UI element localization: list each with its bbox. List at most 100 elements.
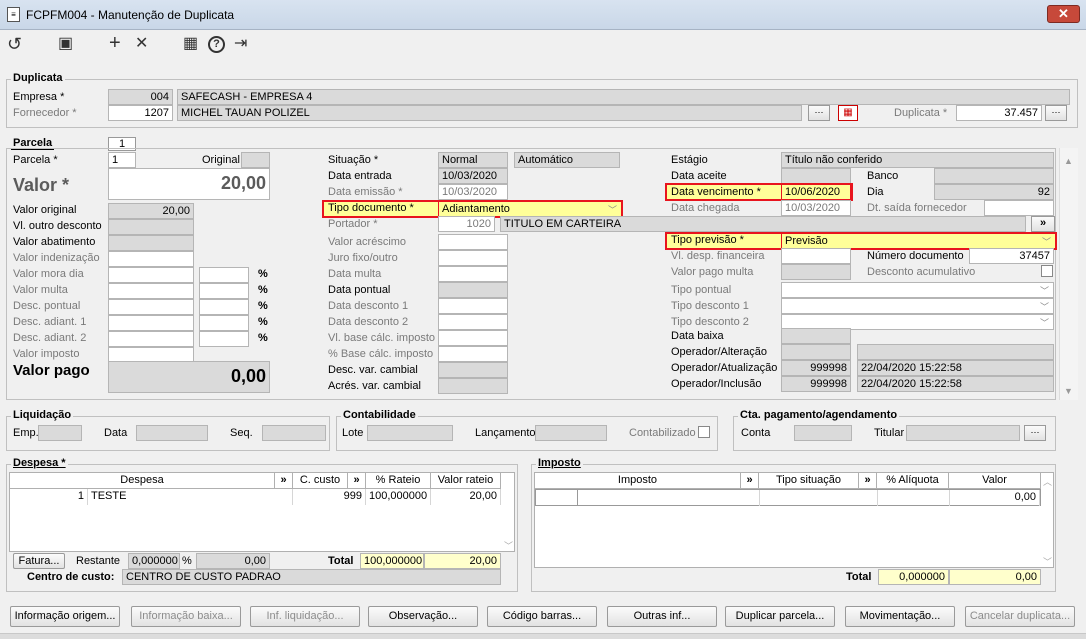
bottom-button-6[interactable]: Duplicar parcela... xyxy=(725,606,835,627)
parcela-row-value[interactable] xyxy=(108,315,194,331)
calendar-icon[interactable]: ▦ xyxy=(183,34,198,54)
c-custo-header[interactable]: C. custo xyxy=(293,473,348,489)
percent-sign: % xyxy=(258,300,268,312)
situacao-extra-field[interactable]: Automático xyxy=(514,152,620,168)
parcela-field[interactable]: 1 xyxy=(108,152,136,168)
bottom-button-2[interactable]: Inf. liquidação... xyxy=(250,606,360,627)
tipo-desconto2-label: Tipo desconto 2 xyxy=(671,316,749,328)
fornecedor-search-button[interactable]: ⋯ xyxy=(808,105,830,121)
numero-documento-field[interactable]: 37457 xyxy=(969,248,1054,264)
valor-field[interactable]: 20,00 xyxy=(108,168,270,200)
empresa-code[interactable]: 004 xyxy=(108,89,173,105)
data-vencimento-field[interactable]: 10/06/2020 xyxy=(781,184,851,200)
fornecedor-code[interactable]: 1207 xyxy=(108,105,173,121)
tipo-documento-select[interactable]: Adiantamento ﹀ xyxy=(438,201,622,217)
seq-label: Seq. xyxy=(230,427,253,439)
titular-search-button[interactable]: ⋯ xyxy=(1024,425,1046,441)
pct-base-field[interactable] xyxy=(438,346,508,362)
data-aceite-label: Data aceite xyxy=(671,170,727,182)
table-row[interactable]: 1 TESTE 999 100,000000 20,00 xyxy=(10,489,501,505)
vl-base-field[interactable] xyxy=(438,330,508,346)
close-button[interactable]: ✕ xyxy=(1047,5,1080,23)
undo-icon[interactable]: ↺ xyxy=(7,34,22,54)
juro-field[interactable] xyxy=(438,250,508,266)
parcela-row-value[interactable] xyxy=(108,251,194,267)
scroll-down-icon[interactable]: ﹀ xyxy=(504,539,513,552)
tipo-desconto1-select[interactable]: ﹀ xyxy=(781,298,1054,314)
duplicata-search-button[interactable]: ⋯ xyxy=(1045,105,1067,121)
table-row[interactable]: 0,00 xyxy=(535,489,1041,506)
parcela-row-value[interactable] xyxy=(108,235,194,251)
chevron-down-icon[interactable]: ﹀ xyxy=(1040,284,1049,297)
imposto-more-button[interactable]: » xyxy=(741,473,759,489)
desconto-acumulativo-checkbox[interactable] xyxy=(1041,265,1053,277)
aliquota-header[interactable]: % Alíquota xyxy=(877,473,949,489)
rateio-header[interactable]: % Rateio xyxy=(366,473,431,489)
c-custo-more-button[interactable]: » xyxy=(348,473,366,489)
despesa-header[interactable]: Despesa xyxy=(10,473,275,489)
data-multa-field[interactable] xyxy=(438,266,508,282)
pct-base-label: % Base cálc. imposto xyxy=(328,348,434,360)
chevron-down-icon[interactable]: ﹀ xyxy=(1040,300,1049,313)
operador-inclusao-date: 22/04/2020 15:22:58 xyxy=(857,376,1054,392)
parcela-row-value[interactable] xyxy=(108,267,194,283)
data-desconto2-field[interactable] xyxy=(438,314,508,330)
parcela-row-value[interactable] xyxy=(108,331,194,347)
add-icon[interactable]: + xyxy=(109,33,121,53)
parcela-scrollbar[interactable]: ▲ ▼ xyxy=(1059,148,1078,400)
imposto-header[interactable]: Imposto xyxy=(535,473,741,489)
exit-icon[interactable]: ⇥ xyxy=(234,34,247,54)
tipo-pontual-select[interactable]: ﹀ xyxy=(781,282,1054,298)
fatura-button[interactable]: Fatura... xyxy=(13,553,65,569)
contabilizado-checkbox[interactable] xyxy=(698,426,710,438)
scroll-up-icon[interactable]: ︿ xyxy=(1043,475,1052,488)
vl-desp-field[interactable] xyxy=(781,248,851,264)
save-icon[interactable]: ▣ xyxy=(58,34,73,54)
help-icon[interactable]: ? xyxy=(208,36,225,53)
data-desconto1-field[interactable] xyxy=(438,298,508,314)
scroll-down-icon[interactable]: ﹀ xyxy=(1043,555,1052,568)
bottom-button-1[interactable]: Informação baixa... xyxy=(131,606,241,627)
parcela-row-value[interactable]: 20,00 xyxy=(108,203,194,219)
scroll-down-icon[interactable]: ▼ xyxy=(1064,386,1073,396)
parcela-row-value[interactable] xyxy=(108,299,194,315)
calendar-red-icon[interactable]: ▦ xyxy=(838,105,858,121)
parcela-row-pct-field[interactable] xyxy=(199,299,249,315)
data-emissao-field[interactable]: 10/03/2020 xyxy=(438,184,508,200)
portador-code[interactable]: 1020 xyxy=(438,216,495,232)
cancel-icon[interactable]: ✕ xyxy=(135,34,148,54)
parcela-row-pct-field[interactable] xyxy=(199,315,249,331)
valor-header[interactable]: Valor xyxy=(949,473,1041,489)
parcela-row-pct-field[interactable] xyxy=(199,331,249,347)
bottom-button-8[interactable]: Cancelar duplicata... xyxy=(965,606,1075,627)
desc-var-field xyxy=(438,362,508,378)
situacao-field[interactable]: Normal xyxy=(438,152,508,168)
parcela-row-value[interactable] xyxy=(108,219,194,235)
tipo-previsao-select[interactable]: Previsão ﹀ xyxy=(781,233,1056,249)
bottom-button-0[interactable]: Informação origem... xyxy=(10,606,120,627)
tipo-situacao-header[interactable]: Tipo situação xyxy=(759,473,859,489)
parcela-row-pct-field[interactable] xyxy=(199,267,249,283)
valor-label: Valor * xyxy=(13,175,70,195)
bottom-button-4[interactable]: Código barras... xyxy=(487,606,597,627)
parcela-row-pct-field[interactable] xyxy=(199,283,249,299)
valor-acrescimo-field[interactable] xyxy=(438,234,508,250)
bottom-button-3[interactable]: Observação... xyxy=(368,606,478,627)
tipo-situacao-more-button[interactable]: » xyxy=(859,473,877,489)
restante-pct: 0,000000 xyxy=(128,553,180,569)
chevron-down-icon[interactable]: ﹀ xyxy=(608,203,617,216)
bottom-button-7[interactable]: Movimentação... xyxy=(845,606,955,627)
despesa-more-button[interactable]: » xyxy=(275,473,293,489)
chevron-down-icon[interactable]: ﹀ xyxy=(1040,316,1049,329)
parcela-row-value[interactable] xyxy=(108,283,194,299)
valor-rateio-header[interactable]: Valor rateio xyxy=(431,473,501,489)
chevron-down-icon[interactable]: ﹀ xyxy=(1042,235,1051,248)
scroll-up-icon[interactable]: ▲ xyxy=(1064,156,1073,166)
duplicata-field[interactable]: 37.457 xyxy=(956,105,1042,121)
portador-more-button[interactable]: » xyxy=(1031,216,1055,232)
acres-var-field xyxy=(438,378,508,394)
dt-saida-field[interactable] xyxy=(984,200,1054,216)
data-chegada-field[interactable]: 10/03/2020 xyxy=(781,200,851,216)
bottom-button-5[interactable]: Outras inf... xyxy=(607,606,717,627)
imposto-total-pct: 0,000000 xyxy=(878,569,949,585)
